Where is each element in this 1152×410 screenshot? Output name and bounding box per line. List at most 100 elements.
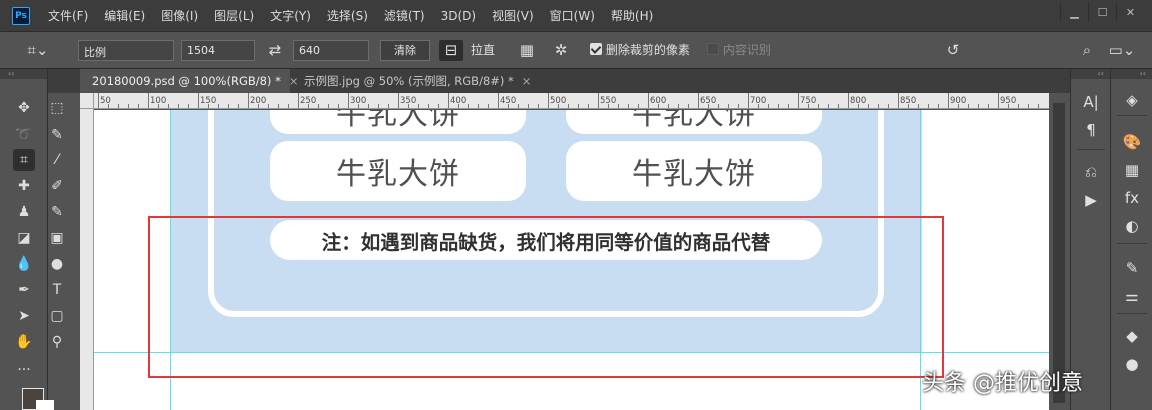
ruler-minor-tick (718, 104, 719, 108)
swap-icon[interactable]: ⇄ (264, 40, 286, 61)
paragraph-panel-icon[interactable]: ¶ (1079, 119, 1103, 141)
lasso-tool-icon[interactable]: ➰ (13, 124, 35, 146)
stamp-tool-icon[interactable]: ♟ (13, 201, 35, 223)
content-aware-label: 内容识别 (722, 43, 771, 57)
pen-tool-icon[interactable]: ✒ (13, 279, 35, 301)
crop-tool-icon[interactable]: ⌗ (13, 149, 35, 171)
collapse-icon[interactable]: ‹‹ (1111, 69, 1152, 79)
type-tool-icon[interactable]: T (46, 279, 68, 301)
minimize-icon[interactable]: ▁ (1060, 2, 1088, 22)
ruler-minor-tick (618, 104, 619, 108)
ruler-minor-tick (688, 104, 689, 108)
hand-tool-icon[interactable]: ✋ (13, 331, 35, 353)
ruler-tick (448, 93, 449, 108)
ruler-tick (998, 93, 999, 108)
reset-icon[interactable]: ↺ (942, 40, 964, 61)
history-brush-icon[interactable]: ✎ (46, 201, 68, 223)
collapse-icon[interactable]: ‹‹ (0, 69, 47, 79)
gear-icon[interactable]: ✲ (550, 40, 572, 61)
product-pill: 牛乳大饼 (270, 110, 526, 134)
properties-sliders-icon[interactable]: ⚌ (1120, 285, 1144, 307)
channels-panel-icon[interactable]: ● (1120, 353, 1144, 375)
delete-cropped-option[interactable]: 删除裁剪的像素 (590, 40, 690, 61)
eyedropper-tool-icon[interactable]: ⁄ (46, 149, 68, 171)
search-icon[interactable]: ⌕ (1076, 40, 1098, 61)
straighten-label[interactable]: 拉直 (471, 40, 495, 61)
ruler-minor-tick (588, 104, 589, 108)
zoom-tool-icon[interactable]: ⚲ (46, 331, 68, 353)
vertical-scrollbar[interactable] (1049, 93, 1070, 410)
scrollbar-thumb[interactable] (1053, 103, 1065, 403)
horizontal-ruler: 50 100 150 200 250 300 350 400 450 500 550 600 650 70… (80, 93, 1070, 109)
history-panel-icon[interactable]: ⎌ (1079, 161, 1103, 183)
tab-label: 20180009.psd @ 100%(RGB/8) * (92, 74, 281, 88)
delete-cropped-checkbox[interactable] (590, 43, 602, 55)
character-panel-icon[interactable]: A| (1079, 91, 1103, 113)
actions-play-icon[interactable]: ▶ (1079, 189, 1103, 211)
content-aware-option[interactable]: 内容识别 (707, 40, 771, 61)
marquee-tool-icon[interactable]: ⬚ (46, 97, 68, 119)
ruler-origin[interactable] (80, 93, 94, 109)
content-aware-checkbox[interactable] (707, 43, 719, 55)
close-icon[interactable]: ✕ (1116, 2, 1144, 22)
ruler-minor-tick (628, 104, 629, 108)
menu-filter[interactable]: 滤镜(T) (376, 7, 433, 24)
ruler-minor-tick (438, 104, 439, 108)
layers-panel-icon[interactable]: ◆ (1120, 325, 1144, 347)
height-field[interactable]: 640 (293, 40, 369, 61)
ruler-minor-tick (558, 104, 559, 108)
divider (1117, 313, 1147, 314)
menu-type[interactable]: 文字(Y) (262, 7, 319, 24)
ratio-select[interactable]: 比例 (78, 40, 174, 61)
close-tab-icon[interactable]: × (522, 74, 532, 88)
ruler-minor-tick (368, 104, 369, 108)
clear-button[interactable]: 清除 (380, 40, 430, 61)
maximize-icon[interactable]: ☐ (1088, 2, 1116, 22)
menu-window[interactable]: 窗口(W) (542, 7, 603, 24)
quick-select-tool-icon[interactable]: ✎ (46, 124, 68, 146)
width-field[interactable]: 1504 (181, 40, 255, 61)
ruler-minor-tick (378, 104, 379, 108)
menu-view[interactable]: 视图(V) (484, 7, 542, 24)
move-tool-icon[interactable]: ✥ (13, 97, 35, 119)
ruler-minor-tick (358, 104, 359, 108)
ruler-minor-tick (768, 104, 769, 108)
fx-styles-icon[interactable]: fx (1120, 187, 1144, 209)
path-select-icon[interactable]: ➤ (13, 305, 35, 327)
menu-layer[interactable]: 图层(L) (206, 7, 262, 24)
dodge-tool-icon[interactable]: ● (46, 253, 68, 275)
ruler-tick-label: 50 (100, 96, 111, 106)
collapse-icon[interactable]: ‹‹ (1071, 69, 1110, 79)
menu-select[interactable]: 选择(S) (319, 7, 376, 24)
straighten-icon[interactable]: ⊟ (439, 40, 463, 61)
color-palette-icon[interactable]: 🎨 (1120, 131, 1144, 153)
blur-tool-icon[interactable]: 💧 (13, 253, 35, 275)
background-color-swatch[interactable] (36, 400, 54, 410)
adjustments-icon[interactable]: ◐ (1120, 215, 1144, 237)
ruler-minor-tick (958, 104, 959, 108)
menu-edit[interactable]: 编辑(E) (96, 7, 153, 24)
brush-settings-icon[interactable]: ✎ (1120, 257, 1144, 279)
menu-help[interactable]: 帮助(H) (603, 7, 661, 24)
swatches-grid-icon[interactable]: ▦ (1120, 159, 1144, 181)
brush-tool-icon[interactable]: ✐ (46, 175, 68, 197)
more-tools-icon[interactable]: ··· (13, 359, 35, 381)
menu-3d[interactable]: 3D(D) (433, 9, 484, 23)
ruler-minor-tick (218, 104, 219, 108)
workspace-icon[interactable]: ▭⌄ (1104, 40, 1140, 61)
3d-panel-icon[interactable]: ◈ (1120, 89, 1144, 111)
gradient-tool-icon[interactable]: ▣ (46, 227, 68, 249)
healing-brush-icon[interactable]: ✚ (13, 175, 35, 197)
grid-overlay-icon[interactable]: ▦ (516, 40, 538, 61)
menu-file[interactable]: 文件(F) (40, 7, 96, 24)
ruler-minor-tick (538, 104, 539, 108)
menu-image[interactable]: 图像(I) (153, 7, 206, 24)
tab-psd[interactable]: 20180009.psd @ 100%(RGB/8) * × (80, 69, 298, 93)
crop-tool-preset-icon[interactable]: ⌗⌄ (20, 40, 56, 61)
ruler-minor-tick (878, 104, 879, 108)
ruler-minor-tick (658, 104, 659, 108)
eraser-tool-icon[interactable]: ◪ (13, 227, 35, 249)
shape-tool-icon[interactable]: ▢ (46, 305, 68, 327)
tab-jpg[interactable]: 示例图.jpg @ 50% (示例图, RGB/8#) * × (292, 69, 532, 93)
delete-cropped-label: 删除裁剪的像素 (605, 43, 690, 57)
